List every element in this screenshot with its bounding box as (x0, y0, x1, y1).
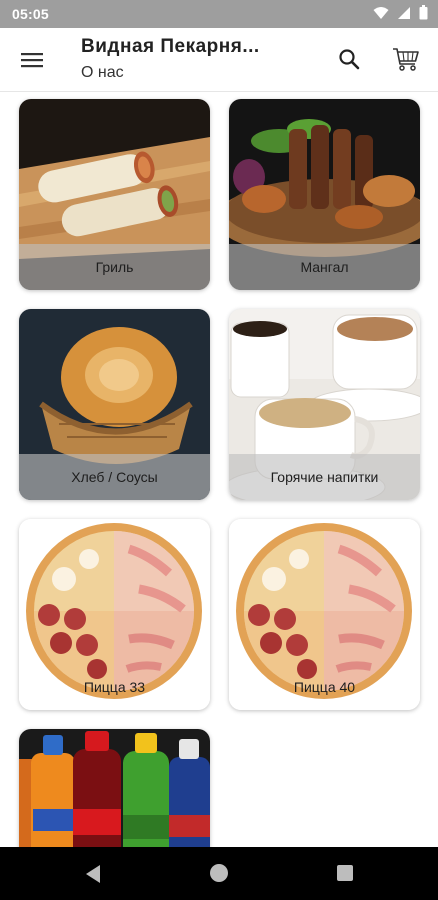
signal-icon (398, 6, 410, 19)
app-bar: Видная Пекарня... О нас (0, 28, 438, 92)
cart-icon (393, 48, 419, 71)
category-grid: Гриль Мангал Хлеб / Соусы Горячие напитк… (0, 92, 438, 847)
search-button[interactable] (332, 42, 366, 76)
category-card-bread-sauces[interactable]: Хлеб / Соусы (19, 309, 210, 500)
app-title: Видная Пекарня... (81, 36, 260, 57)
soft-drinks-image (19, 729, 210, 847)
category-card-drinks[interactable] (19, 729, 210, 847)
recent-apps-icon[interactable] (337, 865, 353, 881)
menu-button[interactable] (14, 42, 50, 78)
category-card-mangal[interactable]: Мангал (229, 99, 420, 290)
search-icon (339, 49, 360, 70)
category-label: Хлеб / Соусы (19, 454, 210, 500)
battery-icon (419, 5, 428, 20)
category-label: Пицца 33 (83, 679, 146, 695)
category-label: Мангал (229, 244, 420, 290)
status-icons (373, 5, 428, 20)
wifi-icon (373, 6, 389, 19)
category-card-pizza-40[interactable]: Пицца 40 (229, 519, 420, 710)
title-block: Видная Пекарня... О нас (81, 36, 301, 82)
category-card-hot-drinks[interactable]: Горячие напитки (229, 309, 420, 500)
cart-button[interactable] (388, 42, 424, 76)
back-icon[interactable] (84, 864, 102, 884)
category-label: Гриль (19, 244, 210, 290)
category-card-pizza-33[interactable]: Пицца 33 (19, 519, 210, 710)
app-subtitle[interactable]: О нас (81, 64, 301, 82)
status-bar: 05:05 (0, 0, 438, 28)
category-card-grill[interactable]: Гриль (19, 99, 210, 290)
system-nav-bar (0, 847, 438, 900)
category-label: Пицца 40 (293, 679, 356, 695)
menu-icon (21, 53, 43, 68)
home-icon[interactable] (210, 864, 228, 882)
category-label: Горячие напитки (229, 454, 420, 500)
status-time: 05:05 (12, 6, 49, 22)
